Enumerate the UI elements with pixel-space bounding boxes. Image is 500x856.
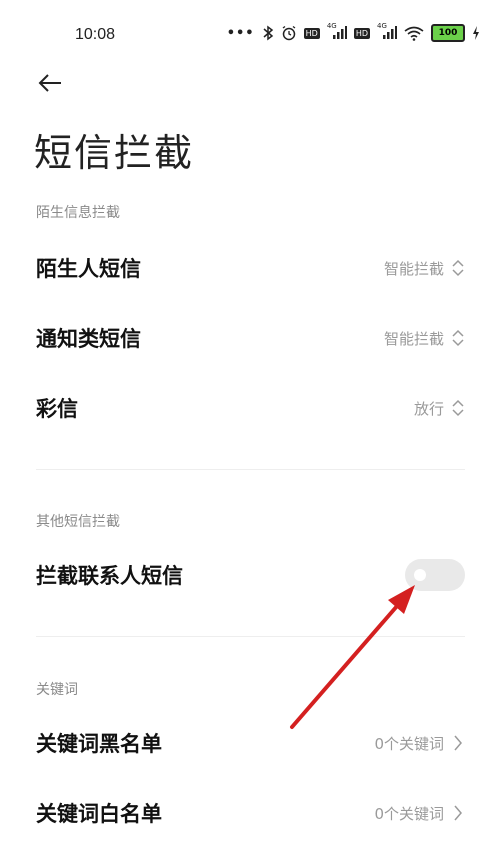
mms-row[interactable]: 彩信 放行 xyxy=(0,378,500,438)
wifi-icon xyxy=(404,26,424,41)
page-title: 短信拦截 xyxy=(34,131,195,175)
back-button[interactable] xyxy=(32,68,68,98)
row-value: 智能拦截 xyxy=(383,329,444,348)
section-header-other: 其他短信拦截 xyxy=(36,514,120,530)
status-time: 10:08 xyxy=(75,26,116,43)
row-label: 关键词黑名单 xyxy=(36,732,162,756)
alarm-icon xyxy=(281,25,297,41)
up-down-chevron-icon xyxy=(450,328,466,348)
row-label: 彩信 xyxy=(36,397,78,421)
bluetooth-icon xyxy=(262,25,274,41)
stranger-sms-row[interactable]: 陌生人短信 智能拦截 xyxy=(0,238,500,298)
block-contacts-sms-row: 拦截联系人短信 xyxy=(0,545,500,605)
row-value: 放行 xyxy=(413,399,444,418)
more-dots-icon: ••• xyxy=(226,25,255,41)
row-value: 0个关键词 xyxy=(374,804,444,823)
row-value: 智能拦截 xyxy=(383,259,444,278)
row-label: 陌生人短信 xyxy=(36,257,141,281)
hd-icon: HD xyxy=(353,27,370,39)
signal-4g-icon: 4G xyxy=(327,22,347,40)
row-label: 通知类短信 xyxy=(36,327,141,351)
block-contacts-sms-toggle[interactable] xyxy=(405,559,465,591)
signal-4g-icon: 4G xyxy=(377,22,397,40)
chevron-right-icon xyxy=(450,733,466,753)
row-label: 拦截联系人短信 xyxy=(36,564,183,588)
chevron-right-icon xyxy=(450,803,466,823)
row-label: 关键词白名单 xyxy=(36,802,162,826)
keyword-whitelist-row[interactable]: 关键词白名单 0个关键词 xyxy=(0,783,500,843)
toggle-knob xyxy=(414,569,426,581)
section-divider xyxy=(36,636,465,637)
section-header-keywords: 关键词 xyxy=(36,682,78,698)
up-down-chevron-icon xyxy=(450,398,466,418)
row-value: 0个关键词 xyxy=(374,734,444,753)
network-type-label: 4G xyxy=(377,22,387,30)
charging-icon xyxy=(472,26,480,40)
network-type-label: 4G xyxy=(326,22,337,30)
up-down-chevron-icon xyxy=(450,258,466,278)
status-bar: 10:08 ••• HD 4G HD 4G 100 xyxy=(0,0,500,70)
keyword-blacklist-row[interactable]: 关键词黑名单 0个关键词 xyxy=(0,713,500,773)
section-divider xyxy=(36,469,465,470)
status-icons: ••• HD 4G HD 4G 100 xyxy=(226,22,480,42)
notification-sms-row[interactable]: 通知类短信 智能拦截 xyxy=(0,308,500,368)
battery-icon: 100 xyxy=(431,24,465,42)
hd-icon: HD xyxy=(303,27,320,39)
back-arrow-icon xyxy=(38,74,61,92)
section-header-stranger: 陌生信息拦截 xyxy=(36,205,120,221)
